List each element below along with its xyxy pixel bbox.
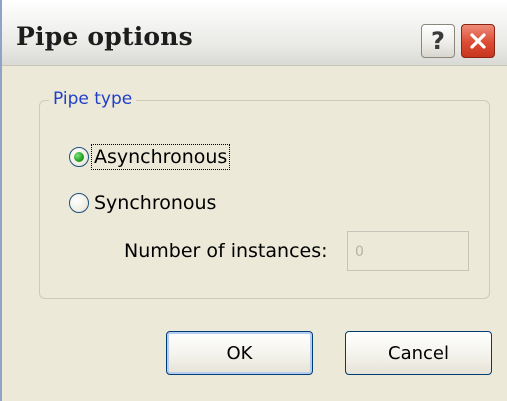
radio-synchronous[interactable]: Synchronous xyxy=(69,191,218,215)
radio-asynchronous-label[interactable]: Asynchronous xyxy=(90,144,231,170)
radio-synchronous-label[interactable]: Synchronous xyxy=(92,191,218,215)
radio-asynchronous-circle[interactable] xyxy=(69,147,89,167)
help-button[interactable]: ? xyxy=(421,24,455,58)
title-bar[interactable]: Pipe options ? xyxy=(2,0,507,66)
cancel-button[interactable]: Cancel xyxy=(345,331,492,375)
ok-button[interactable]: OK xyxy=(166,331,313,375)
pipe-type-label: Pipe type xyxy=(49,89,137,109)
help-icon: ? xyxy=(431,27,445,55)
radio-asynchronous[interactable]: Asynchronous xyxy=(69,144,231,170)
instances-label: Number of instances: xyxy=(124,240,328,262)
close-button[interactable] xyxy=(461,24,495,58)
radio-selected-dot xyxy=(74,152,84,162)
radio-synchronous-circle[interactable] xyxy=(69,193,89,213)
instances-input[interactable]: 0 xyxy=(347,231,469,271)
dialog-title: Pipe options xyxy=(16,22,193,51)
close-icon xyxy=(470,33,486,49)
pipe-options-dialog: Pipe options ? Pipe type Asynchronous Sy… xyxy=(0,0,507,401)
